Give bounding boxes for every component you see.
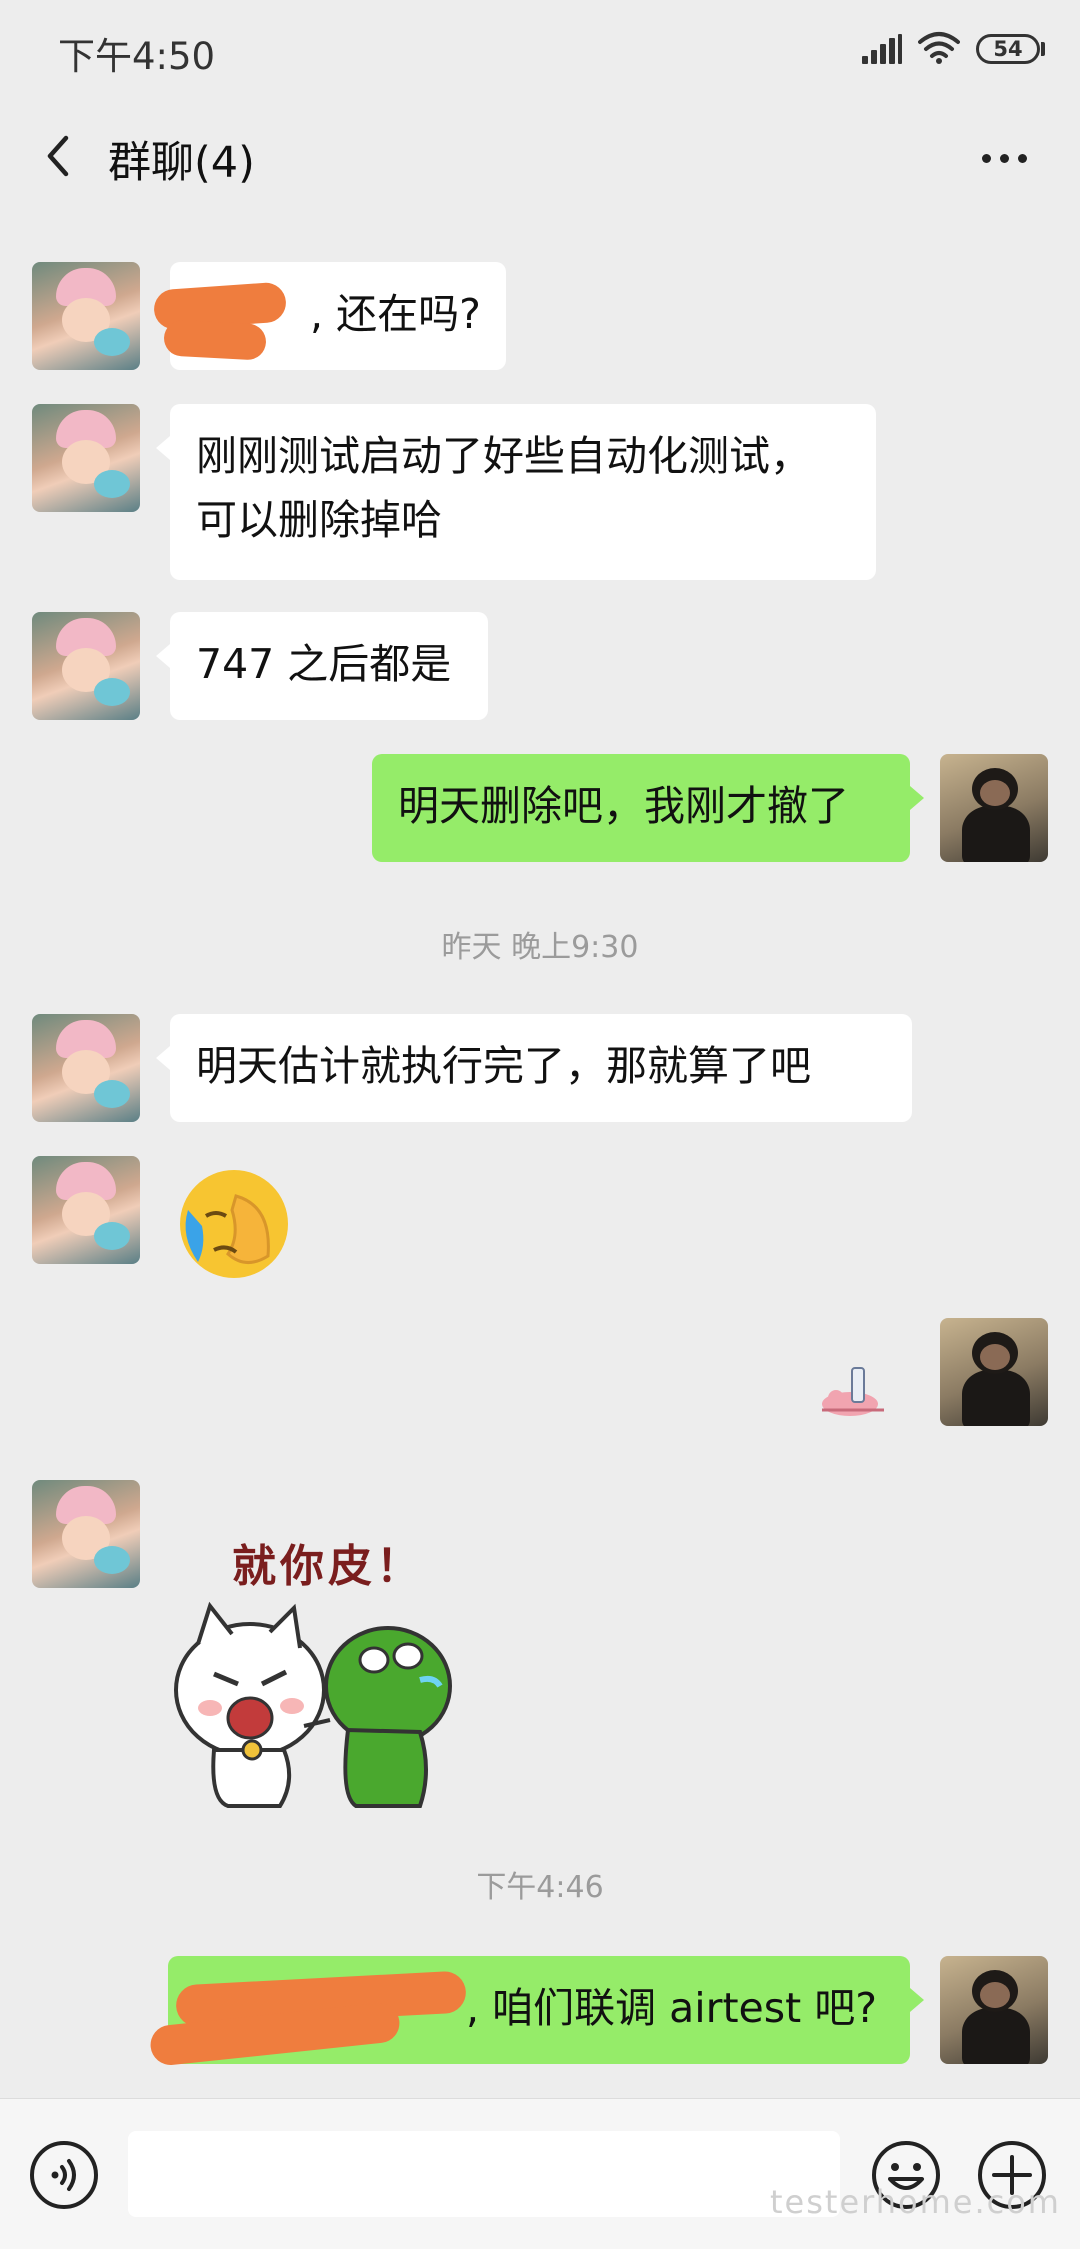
avatar-monkey[interactable] [940, 1318, 1048, 1426]
facepalm-crying-emoji-icon[interactable] [176, 1166, 292, 1282]
battery-icon: 54 [976, 34, 1040, 64]
message-bubble-out[interactable]: 明天删除吧，我刚才撤了 [372, 754, 924, 862]
avatar-baby[interactable] [32, 262, 140, 370]
cat-and-frog-sticker-icon [174, 1601, 452, 1808]
voice-input-icon[interactable] [28, 2139, 100, 2211]
back-arrow-icon[interactable] [30, 126, 90, 186]
avatar-monkey[interactable] [940, 754, 1048, 862]
watermark: testerhome.com [770, 2183, 1061, 2221]
timestamp: 下午4:46 [476, 1870, 604, 1905]
avatar-baby[interactable] [32, 1156, 140, 1264]
nav-bar: 群聊(4) [0, 104, 1080, 208]
input-bar: testerhome.com [0, 2098, 1080, 2249]
status-time: 下午4:50 [58, 35, 216, 78]
message-text: , 还在吗? [310, 290, 481, 338]
avatar-baby[interactable] [32, 612, 140, 720]
more-options-icon[interactable] [970, 126, 1040, 186]
sticker-caption: 就你皮！ [232, 1541, 424, 1592]
avatar-monkey[interactable] [940, 1956, 1048, 2064]
message-text: 明天删除吧，我刚才撤了 [398, 782, 849, 830]
signal-icon [862, 34, 902, 64]
pink-sticker-icon[interactable] [814, 1364, 894, 1420]
wifi-icon [918, 32, 960, 64]
message-text-line: 可以删除掉哈 [196, 496, 442, 544]
message-text: 明天估计就执行完了，那就算了吧 [196, 1042, 811, 1090]
timestamp: 昨天 晚上9:30 [441, 930, 639, 965]
status-bar: 下午4:50 54 [0, 0, 1080, 104]
message-bubble-in[interactable]: 明天估计就执行完了，那就算了吧 [156, 1014, 912, 1122]
redaction-mark [163, 319, 267, 361]
battery-level: 54 [993, 37, 1023, 61]
message-input[interactable] [128, 2131, 840, 2217]
message-bubble-in[interactable]: 刚刚测试启动了好些自动化测试， 可以删除掉哈 [156, 404, 876, 580]
message-text-line: 刚刚测试启动了好些自动化测试， [196, 432, 811, 480]
message-text: , 咱们联调 airtest 吧? [466, 1984, 878, 2032]
avatar-baby[interactable] [32, 1480, 140, 1588]
chat-title: 群聊(4) [108, 138, 255, 188]
avatar-baby[interactable] [32, 404, 140, 512]
battery-tip [1041, 42, 1045, 56]
message-bubble-in[interactable]: 747 之后都是 [156, 612, 488, 720]
message-text: 747 之后都是 [196, 640, 452, 688]
avatar-baby[interactable] [32, 1014, 140, 1122]
